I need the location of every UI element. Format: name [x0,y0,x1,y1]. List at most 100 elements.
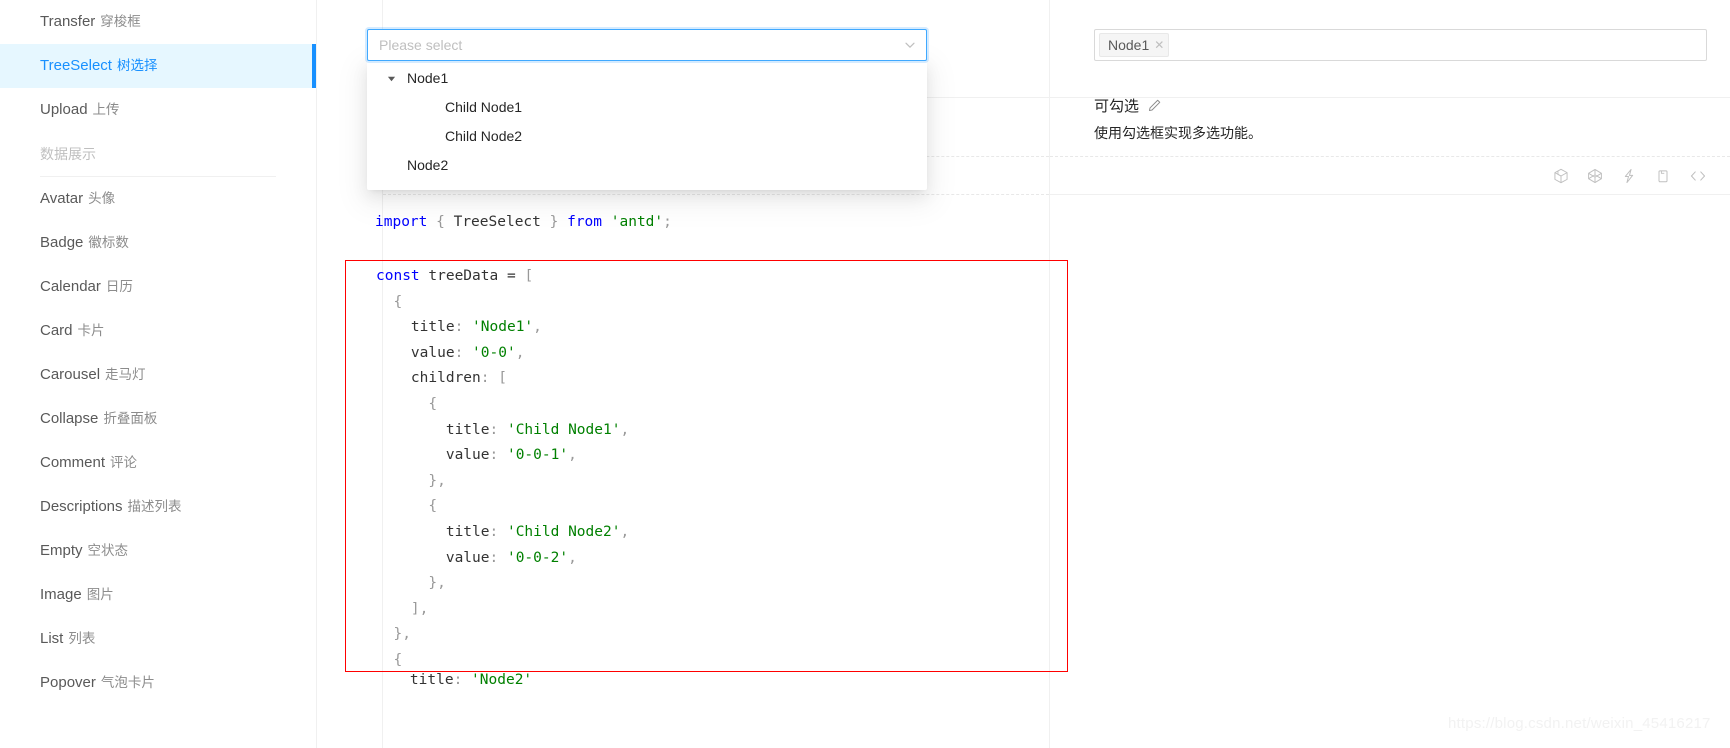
sidebar-item-label-en: Transfer [40,13,96,30]
sidebar-item-label-en: Calendar [40,278,101,295]
code-token: children [376,370,481,387]
close-icon[interactable]: ✕ [1154,38,1164,52]
code-line: children: [ [376,366,629,392]
code-token: : [453,672,463,688]
code-line: }, [376,469,629,495]
sidebar-item-label-cn: 徽标数 [88,235,129,250]
sidebar-item-label-cn: 卡片 [77,323,105,338]
divider-left-3 [383,194,1049,195]
codepen-icon[interactable] [1587,168,1603,184]
sidebar-item-empty[interactable]: Empty 空状态 [0,529,316,573]
tree-node-child-node1[interactable]: Child Node1 [367,93,927,122]
code-token: value [376,447,490,464]
sidebar-item-label-en: Avatar [40,190,84,207]
code-token: { [393,651,403,668]
sidebar-item-upload[interactable]: Upload 上传 [0,88,316,132]
sidebar-item-comment[interactable]: Comment 评论 [0,441,316,485]
sidebar-item-label-en: TreeSelect [40,57,112,74]
code-token: from [567,214,603,230]
selected-tag-label: Node1 [1108,37,1150,53]
snippets-icon[interactable] [1655,168,1671,184]
code-token: }, [393,626,411,643]
code-token: : [454,319,464,336]
code-token: title [376,421,490,438]
sidebar-item-label-en: Badge [40,234,84,251]
sidebar-item-label-en: Image [40,586,82,603]
code-token: [ [498,370,507,387]
sidebar-item-label-cn: 头像 [88,191,116,206]
sidebar-item-label-cn: 树选择 [116,58,158,73]
code-token: 'Child Node2' [506,523,621,540]
sidebar-item-label-en: Upload [40,101,88,118]
treeselect-multiple-input[interactable]: Node1 ✕ [1094,29,1707,61]
code-token: { [428,395,438,412]
treeselect-control[interactable]: Please select [367,29,927,61]
sidebar: Transfer 穿梭框 TreeSelect 树选择 Upload 上传 数据展示 Avat… [0,0,317,748]
tree-node-node1[interactable]: Node1 [367,64,927,93]
sidebar-item-collapse[interactable]: Collapse 折叠面板 [0,397,316,441]
code-token: title [375,672,454,688]
sidebar-item-popover[interactable]: Popover 气泡卡片 [0,661,316,705]
sidebar-item-label-cn: 日历 [105,279,133,294]
sidebar-item-badge[interactable]: Badge 徽标数 [0,221,316,265]
sidebar-item-label-cn: 空状态 [87,543,129,558]
sidebar-item-carousel[interactable]: Carousel 走马灯 [0,353,316,397]
sidebar-item-avatar[interactable]: Avatar 头像 [0,177,316,221]
tree-node-child-node2[interactable]: Child Node2 [367,122,927,151]
code-token: , [533,319,542,336]
code-token: { [393,293,403,310]
sidebar-item-image[interactable]: Image 图片 [0,573,316,617]
sidebar-item-descriptions[interactable]: Descriptions 描述列表 [0,485,316,529]
sidebar-item-label-en: Comment [40,454,106,471]
treeselect-input-box[interactable]: Please select [367,29,927,61]
code-import-line: import { TreeSelect } from 'antd'; [375,212,672,232]
selected-tag[interactable]: Node1 ✕ [1099,33,1170,57]
sidebar-item-label-en: Descriptions [40,498,123,515]
codesandbox-icon[interactable] [1553,168,1569,184]
sidebar-item-card[interactable]: Card 卡片 [0,309,316,353]
thunderbolt-icon[interactable] [1621,168,1637,184]
treeselect-dropdown[interactable]: Node1 Child Node1 Child Node2 Node2 [367,60,927,190]
sidebar-item-list[interactable]: List 列表 [0,617,316,661]
code-token: '0-0' [472,344,516,361]
demo-action-icons [1553,168,1707,184]
code-line: value: '0-0-1', [376,443,629,469]
sidebar-item-label-en: List [40,630,64,647]
sidebar-item-label-en: Carousel [40,366,101,383]
code-token: 'Node2' [471,672,533,688]
page-root: Transfer 穿梭框 TreeSelect 树选择 Upload 上传 数据展示 Avat… [0,0,1730,748]
sidebar-item-calendar[interactable]: Calendar 日历 [0,265,316,309]
code-token: '0-0-2' [506,549,569,566]
code-token: treeData [419,268,507,284]
sidebar-item-label-cn: 气泡卡片 [100,675,155,690]
code-token: , [515,344,525,361]
sidebar-group-3: 数据展示 [0,132,316,176]
chevron-down-icon[interactable] [904,39,916,51]
code-token: title [376,523,490,540]
sidebar-item-treeselect[interactable]: TreeSelect 树选择 [0,44,316,88]
tree-node-node2[interactable]: Node2 [367,151,927,180]
edit-pencil-icon[interactable] [1147,98,1162,113]
caret-down-icon[interactable] [379,74,403,83]
code-token: 'Node1' [472,319,534,336]
tree-node-list: Node1 Child Node1 Child Node2 Node2 [367,64,927,180]
code-token: : [454,344,464,361]
code-line: { [376,290,629,316]
sidebar-item-transfer[interactable]: Transfer 穿梭框 [0,0,316,44]
code-token: '0-0-1' [506,447,569,464]
code-brackets-icon[interactable] [1689,169,1707,183]
code-line: ], [376,597,629,623]
tree-node-label: Child Node2 [445,128,523,144]
section-title: 可勾选 [1094,98,1140,115]
sidebar-item-label-cn: 图片 [86,587,114,602]
code-token: , [568,447,577,464]
